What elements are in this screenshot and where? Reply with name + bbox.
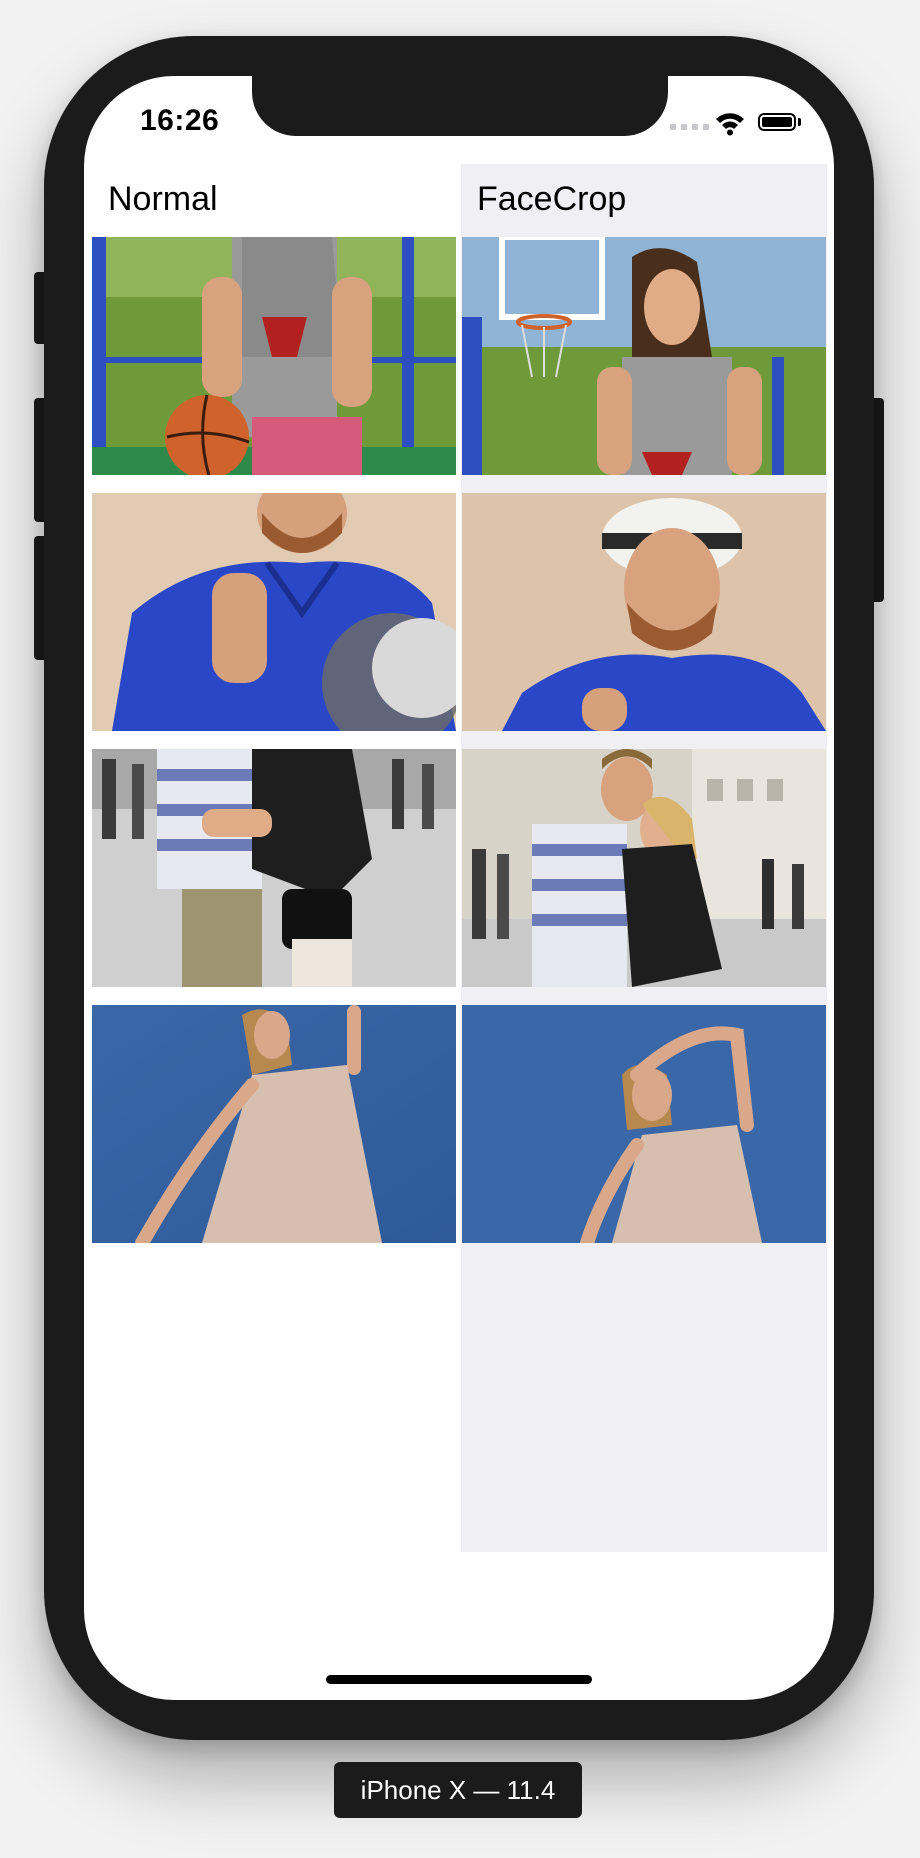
normal-image-dancer xyxy=(92,1005,456,1243)
simulator-stage: 16:26 Normal FaceCrop iPhone X — 11.4 xyxy=(0,0,920,1858)
normal-column-title: Normal xyxy=(108,180,218,218)
wifi-icon xyxy=(716,113,744,136)
facecrop-image-couple xyxy=(462,749,826,987)
normal-image-basketball-player xyxy=(92,237,456,475)
status-time: 16:26 xyxy=(140,104,220,137)
battery-icon xyxy=(758,113,796,131)
normal-image-couple xyxy=(92,749,456,987)
home-indicator[interactable] xyxy=(326,1675,592,1684)
facecrop-image-basketball-player xyxy=(462,237,826,475)
facecrop-image-worker xyxy=(462,493,826,731)
simulator-device-label: iPhone X — 11.4 xyxy=(334,1762,582,1818)
notch xyxy=(252,76,668,136)
facecrop-column-title: FaceCrop xyxy=(477,180,627,218)
device-screen: 16:26 Normal FaceCrop xyxy=(84,76,834,1700)
normal-image-worker xyxy=(92,493,456,731)
facecrop-image-dancer xyxy=(462,1005,826,1243)
battery-cap xyxy=(798,118,801,126)
cellular-signal-icon xyxy=(670,124,709,130)
